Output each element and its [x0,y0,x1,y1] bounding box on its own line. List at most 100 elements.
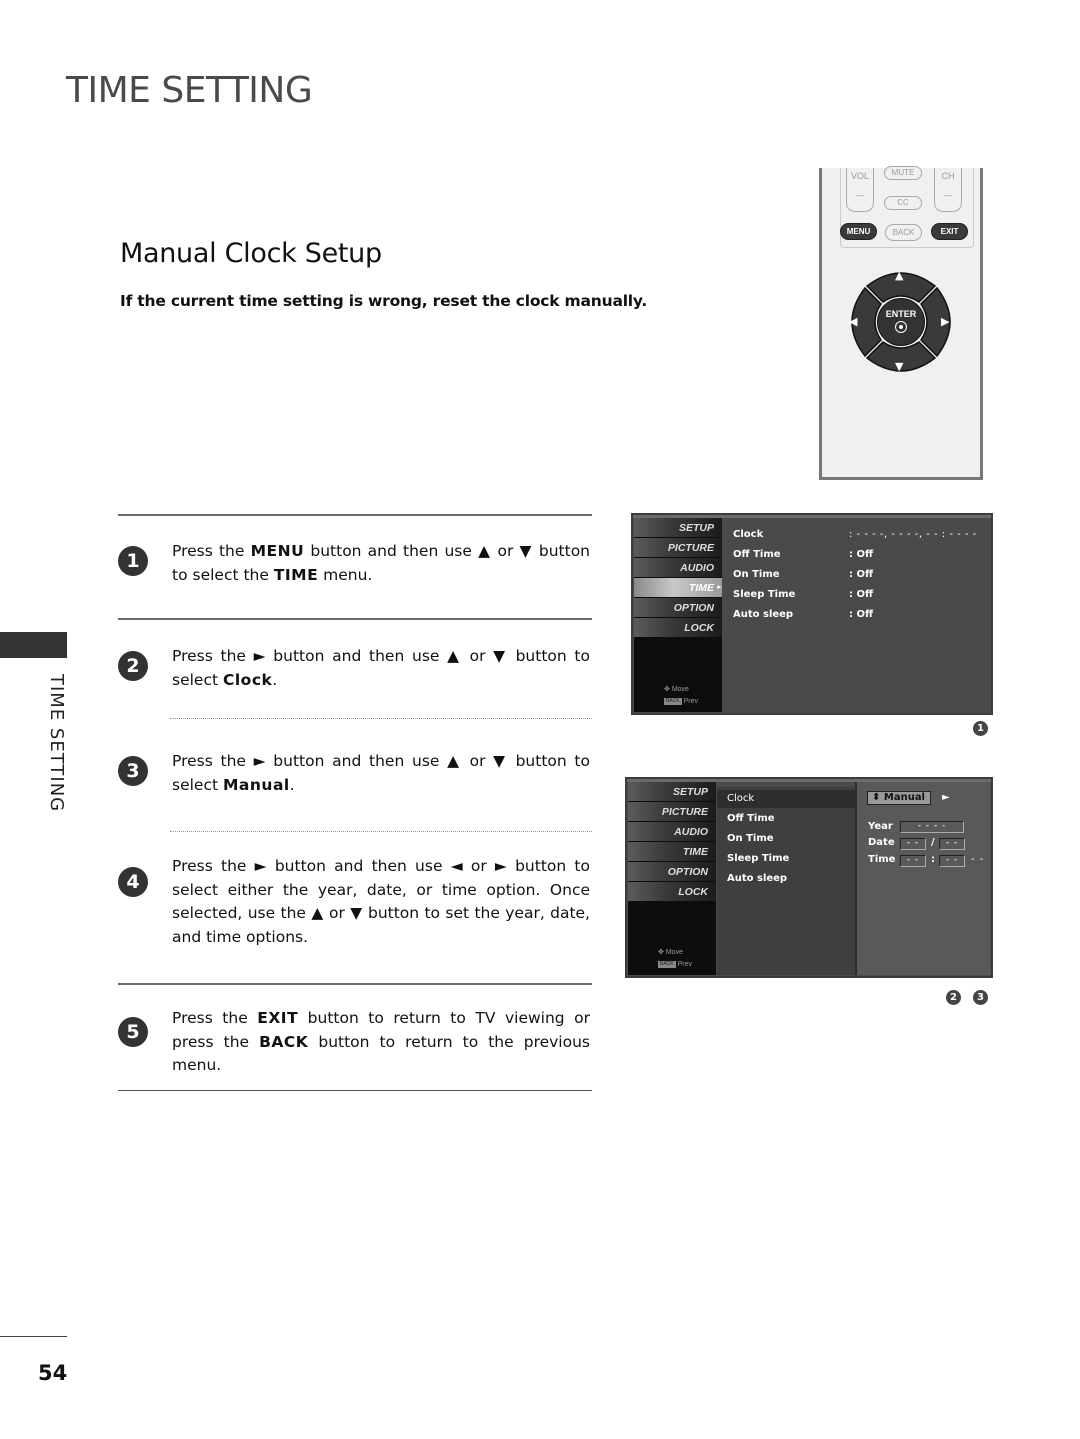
step-text: Press the ► button and then use ▲ or ▼ b… [172,645,590,692]
ch-rocker[interactable]: CH — [934,168,962,212]
screen-badge: 1 [973,721,988,736]
time-separator: : [931,854,935,865]
osd-submenu: Clock Off Time On Time Sleep Time Auto s… [717,787,855,975]
back-chip-icon: BACK [664,697,682,705]
updown-icon: ⬍ [872,792,881,803]
page-number: 54 [38,1361,68,1385]
step-number: 5 [118,1017,148,1047]
button-name: TIME [273,565,319,584]
chapter-title: TIME SETTING [66,70,313,111]
enter-label: ENTER [885,309,917,319]
osd-nav-item-lock[interactable]: LOCK [628,882,716,902]
osd-row-label[interactable]: On Time [727,833,774,844]
osd-nav-item-option[interactable]: OPTION [634,598,722,618]
button-name: EXIT [257,1009,299,1027]
back-button[interactable]: BACK [885,224,922,241]
ch-minus: — [943,190,953,200]
enter-dot-icon [895,321,907,333]
step-divider-dotted [170,718,592,719]
page-number-rule [0,1336,67,1337]
mute-button[interactable]: MUTE [884,166,922,180]
osd-row-label[interactable]: On Time [733,569,780,580]
cc-button[interactable]: CC [884,196,922,210]
time-label: Time [868,854,896,865]
step-text-run: menu. [318,565,373,584]
move-icon: ✥ [658,949,664,956]
move-label: Move [665,949,683,956]
enter-button[interactable]: ENTER [877,298,925,346]
section-title: Manual Clock Setup [120,238,382,269]
osd-row-label[interactable]: Off Time [733,549,781,560]
step-text: Press the EXIT button to return to TV vi… [172,1007,590,1078]
selected-arrow-icon: ▸ [717,584,721,591]
osd-row-label[interactable]: Clock [727,793,754,804]
vol-minus: — [855,190,865,200]
osd-nav-item-label: TIME [688,582,714,594]
osd-nav-item-option[interactable]: OPTION [628,862,716,882]
prev-label: Prev [677,961,693,968]
time-ampm-field[interactable]: - - [971,854,984,865]
step-divider [118,514,592,516]
osd-nav-item-audio[interactable]: AUDIO [634,558,722,578]
side-tab-marker [0,632,67,658]
remote-control-illustration: VOL — CH — MUTE CC MENU BACK EXIT ▲ ▼ ◀ … [819,166,983,480]
osd-row-value: : Off [849,549,874,560]
time-hour-field[interactable]: - - [900,855,926,867]
button-name: MENU [250,542,305,560]
year-field[interactable]: - - - - [900,821,964,833]
step-number: 1 [118,546,148,576]
osd-row-value: : Off [849,609,874,620]
vol-label: VOL [850,171,869,181]
vol-rocker[interactable]: VOL — [846,168,874,212]
osd-row-value: : Off [849,569,874,580]
osd-nav-footer: ✥ Move BACK Prev [634,684,722,708]
osd-nav-item-time[interactable]: TIME [628,842,716,862]
osd-nav: SETUP PICTURE AUDIO TIME ▸ OPTION LOCK ✥ … [634,518,722,712]
osd-row-label[interactable]: Sleep Time [727,853,789,864]
step-number: 3 [118,756,148,786]
up-arrow-icon[interactable]: ▲ [895,269,903,282]
menu-button[interactable]: MENU [840,223,877,240]
step-text-run: Press the ► button and then use ◄ or ► b… [172,857,590,946]
step-text: Press the ► button and then use ▲ or ▼ b… [172,750,590,797]
right-arrow-icon[interactable]: ▶ [941,315,949,328]
osd-clock-manual-menu: SETUP PICTURE AUDIO TIME OPTION LOCK ✥ M… [625,777,993,978]
right-arrow-icon[interactable]: ► [942,792,950,803]
intro-text: If the current time setting is wrong, re… [120,292,648,310]
down-arrow-icon[interactable]: ▼ [895,360,903,373]
osd-row-label[interactable]: Sleep Time [733,589,795,600]
osd-nav-item-time[interactable]: TIME ▸ [634,578,722,598]
osd-time-menu: SETUP PICTURE AUDIO TIME ▸ OPTION LOCK ✥ … [631,513,993,715]
osd-row-value: : Off [849,589,874,600]
screen-badge: 2 [946,990,961,1005]
side-chapter-label: TIME SETTING [46,674,67,813]
step-text: Press the ► button and then use ◄ or ► b… [172,855,590,949]
osd-nav-item-audio[interactable]: AUDIO [628,822,716,842]
left-arrow-icon[interactable]: ◀ [849,315,857,328]
date-day-field[interactable]: - - [939,838,965,850]
time-minute-field[interactable]: - - [939,855,965,867]
navigation-pad: ▲ ▼ ◀ ▶ ENTER [845,266,957,378]
exit-button[interactable]: EXIT [931,223,968,240]
osd-nav-item-lock[interactable]: LOCK [634,618,722,638]
osd-row-label[interactable]: Off Time [727,813,775,824]
ch-label: CH [941,171,955,181]
step-text-run: . [272,670,278,689]
date-separator: / [931,837,935,848]
step-text: Press the MENU button and then use ▲ or … [172,540,590,587]
step-divider-dotted [170,831,592,832]
osd-nav-item-picture[interactable]: PICTURE [628,802,716,822]
date-month-field[interactable]: - - [900,838,926,850]
step-text-run: . [289,775,295,794]
osd-row-label[interactable]: Auto sleep [733,609,793,620]
osd-nav-item-setup[interactable]: SETUP [634,518,722,538]
date-label: Date [868,837,895,848]
osd-clock-panel: ⬍ Manual ► Year - - - - Date - - / - - T… [855,782,990,975]
clock-mode-select[interactable]: ⬍ Manual [867,791,931,805]
osd-nav-item-picture[interactable]: PICTURE [634,538,722,558]
osd-row-label[interactable]: Auto sleep [727,873,787,884]
osd-nav-item-setup[interactable]: SETUP [628,782,716,802]
year-label: Year [868,821,893,832]
screen-badge: 3 [973,990,988,1005]
osd-row-label[interactable]: Clock [733,529,763,540]
